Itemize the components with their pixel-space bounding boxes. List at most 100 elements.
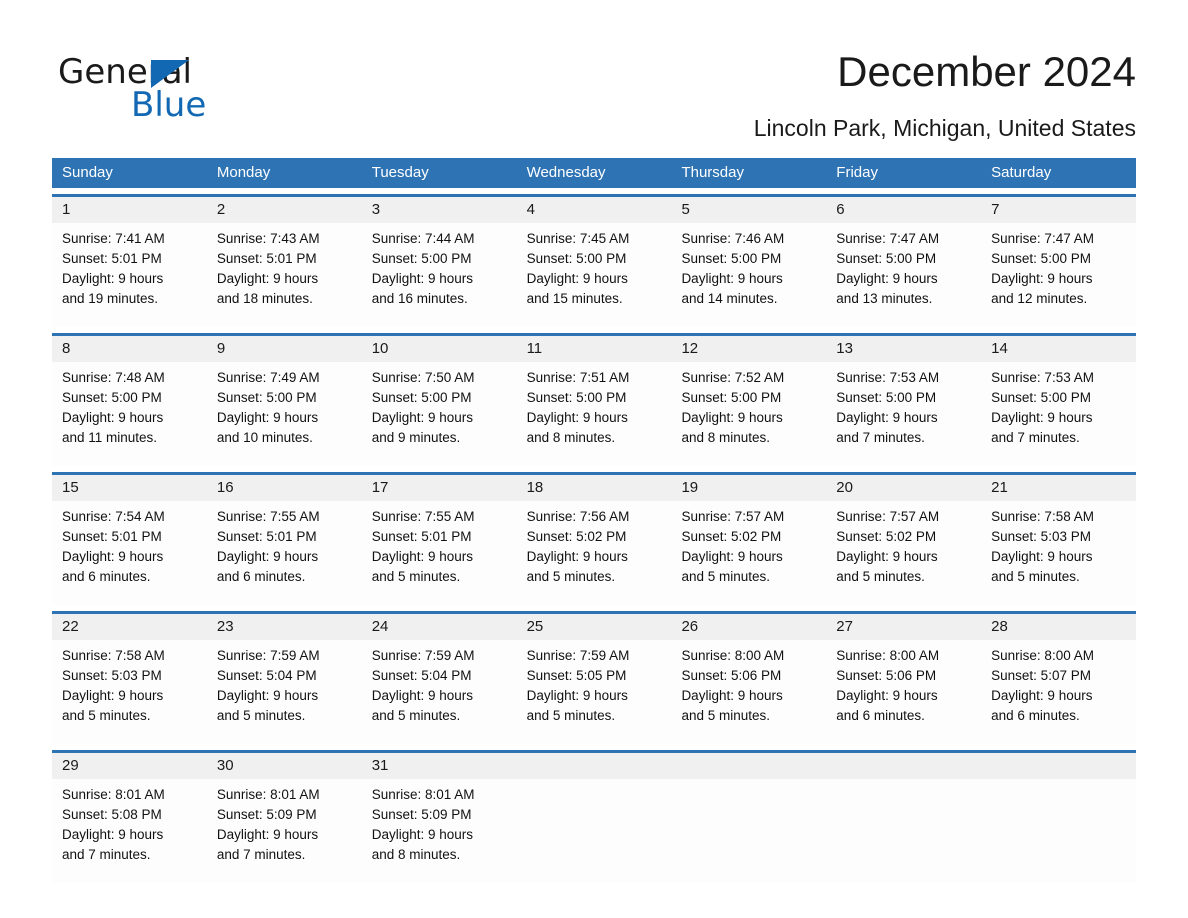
day-number[interactable]: 1 — [52, 197, 207, 223]
day-number[interactable]: 15 — [52, 475, 207, 501]
day-cell[interactable]: Sunrise: 7:48 AM Sunset: 5:00 PM Dayligh… — [52, 362, 207, 466]
day-cell[interactable]: Sunrise: 7:57 AM Sunset: 5:02 PM Dayligh… — [671, 501, 826, 605]
day-cell[interactable]: Sunrise: 7:49 AM Sunset: 5:00 PM Dayligh… — [207, 362, 362, 466]
day-number[interactable]: 12 — [671, 336, 826, 362]
sunset-text: Sunset: 5:00 PM — [526, 251, 627, 266]
day-cell[interactable]: Sunrise: 7:55 AM Sunset: 5:01 PM Dayligh… — [207, 501, 362, 605]
day-cell[interactable]: Sunrise: 8:00 AM Sunset: 5:07 PM Dayligh… — [981, 640, 1136, 744]
day-number[interactable]: 13 — [826, 336, 981, 362]
day-number[interactable]: 31 — [362, 753, 517, 779]
day-cell[interactable]: Sunrise: 7:41 AM Sunset: 5:01 PM Dayligh… — [52, 223, 207, 327]
day-cell[interactable]: Sunrise: 7:46 AM Sunset: 5:00 PM Dayligh… — [671, 223, 826, 327]
day-number[interactable]: 27 — [826, 614, 981, 640]
sunset-text: Sunset: 5:06 PM — [836, 668, 937, 683]
day-number[interactable]: 29 — [52, 753, 207, 779]
daylight-text-line2: and 10 minutes. — [216, 430, 313, 445]
daylight-text-line1: Daylight: 9 hours — [216, 271, 319, 286]
day-number[interactable]: 19 — [671, 475, 826, 501]
day-cell[interactable]: Sunrise: 7:58 AM Sunset: 5:03 PM Dayligh… — [52, 640, 207, 744]
day-number[interactable]: 18 — [517, 475, 672, 501]
day-cell[interactable]: Sunrise: 7:51 AM Sunset: 5:00 PM Dayligh… — [517, 362, 672, 466]
sunset-text: Sunset: 5:02 PM — [526, 529, 627, 544]
day-number[interactable]: 6 — [826, 197, 981, 223]
daylight-text-line2: and 15 minutes. — [526, 291, 623, 306]
day-cell[interactable]: Sunrise: 7:44 AM Sunset: 5:00 PM Dayligh… — [362, 223, 517, 327]
week-day-number-band: 22 23 24 25 26 27 28 — [52, 614, 1136, 640]
day-number[interactable]: 23 — [207, 614, 362, 640]
day-cell[interactable]: Sunrise: 7:56 AM Sunset: 5:02 PM Dayligh… — [517, 501, 672, 605]
sunset-text: Sunset: 5:00 PM — [991, 390, 1091, 405]
daylight-text-line2: and 8 minutes. — [526, 430, 616, 445]
sunrise-text: Sunrise: 7:48 AM — [62, 370, 165, 385]
day-cell[interactable]: Sunrise: 7:47 AM Sunset: 5:00 PM Dayligh… — [981, 223, 1136, 327]
sunrise-text: Sunrise: 7:49 AM — [216, 370, 320, 385]
day-cell-empty — [671, 779, 826, 883]
day-number[interactable]: 20 — [826, 475, 981, 501]
day-cell[interactable]: Sunrise: 7:43 AM Sunset: 5:01 PM Dayligh… — [207, 223, 362, 327]
day-cell-empty — [981, 779, 1136, 883]
day-cell[interactable]: Sunrise: 7:54 AM Sunset: 5:01 PM Dayligh… — [52, 501, 207, 605]
day-number[interactable]: 5 — [671, 197, 826, 223]
day-number[interactable]: 9 — [207, 336, 362, 362]
daylight-text-line2: and 5 minutes. — [681, 708, 770, 723]
day-number[interactable]: 17 — [362, 475, 517, 501]
daylight-text-line1: Daylight: 9 hours — [371, 688, 474, 703]
daylight-text-line2: and 7 minutes. — [62, 847, 151, 862]
day-number[interactable]: 22 — [52, 614, 207, 640]
day-cell[interactable]: Sunrise: 7:57 AM Sunset: 5:02 PM Dayligh… — [826, 501, 981, 605]
day-number[interactable]: 21 — [981, 475, 1136, 501]
day-number[interactable]: 26 — [671, 614, 826, 640]
day-cell[interactable]: Sunrise: 7:47 AM Sunset: 5:00 PM Dayligh… — [826, 223, 981, 327]
day-number[interactable]: 30 — [207, 753, 362, 779]
day-cell[interactable]: Sunrise: 8:00 AM Sunset: 5:06 PM Dayligh… — [671, 640, 826, 744]
sunset-text: Sunset: 5:00 PM — [526, 390, 627, 405]
sunrise-text: Sunrise: 7:56 AM — [526, 509, 630, 524]
day-cell[interactable]: Sunrise: 8:01 AM Sunset: 5:09 PM Dayligh… — [207, 779, 362, 883]
day-number[interactable]: 24 — [362, 614, 517, 640]
day-cell[interactable]: Sunrise: 8:01 AM Sunset: 5:09 PM Dayligh… — [362, 779, 517, 883]
dow-header-wednesday: Wednesday — [526, 164, 606, 181]
day-cell[interactable]: Sunrise: 7:45 AM Sunset: 5:00 PM Dayligh… — [517, 223, 672, 327]
day-number[interactable]: 16 — [207, 475, 362, 501]
daylight-text-line2: and 7 minutes. — [836, 430, 925, 445]
day-cell[interactable]: Sunrise: 7:59 AM Sunset: 5:05 PM Dayligh… — [517, 640, 672, 744]
daylight-text-line1: Daylight: 9 hours — [371, 549, 474, 564]
daylight-text-line2: and 8 minutes. — [681, 430, 770, 445]
day-cell[interactable]: Sunrise: 7:58 AM Sunset: 5:03 PM Dayligh… — [981, 501, 1136, 605]
day-cell[interactable]: Sunrise: 7:52 AM Sunset: 5:00 PM Dayligh… — [671, 362, 826, 466]
day-cell[interactable]: Sunrise: 7:50 AM Sunset: 5:00 PM Dayligh… — [362, 362, 517, 466]
sunset-text: Sunset: 5:01 PM — [62, 529, 162, 544]
day-number-empty — [981, 753, 1136, 779]
day-number[interactable]: 2 — [207, 197, 362, 223]
dow-header-saturday: Saturday — [991, 164, 1052, 181]
week-day-number-band: 15 16 17 18 19 20 21 — [52, 475, 1136, 501]
sunrise-text: Sunrise: 8:01 AM — [62, 787, 165, 802]
day-number[interactable]: 3 — [362, 197, 517, 223]
day-number[interactable]: 7 — [981, 197, 1136, 223]
day-cell[interactable]: Sunrise: 8:00 AM Sunset: 5:06 PM Dayligh… — [826, 640, 981, 744]
daylight-text-line1: Daylight: 9 hours — [62, 827, 164, 842]
calendar-week-row: 29 30 31 Sunrise: 8:01 AM Sunset: 5:08 P… — [52, 750, 1136, 883]
day-number[interactable]: 11 — [517, 336, 672, 362]
daylight-text-line1: Daylight: 9 hours — [371, 827, 474, 842]
daylight-text-line1: Daylight: 9 hours — [62, 688, 164, 703]
day-cell[interactable]: Sunrise: 7:59 AM Sunset: 5:04 PM Dayligh… — [362, 640, 517, 744]
day-cell[interactable]: Sunrise: 7:53 AM Sunset: 5:00 PM Dayligh… — [981, 362, 1136, 466]
daylight-text-line1: Daylight: 9 hours — [991, 688, 1093, 703]
day-number[interactable]: 10 — [362, 336, 517, 362]
sunrise-text: Sunrise: 7:55 AM — [216, 509, 320, 524]
day-number[interactable]: 14 — [981, 336, 1136, 362]
generalblue-logo[interactable]: General Blue — [58, 52, 318, 125]
daylight-text-line2: and 5 minutes. — [836, 569, 925, 584]
day-number[interactable]: 28 — [981, 614, 1136, 640]
day-number[interactable]: 4 — [517, 197, 672, 223]
day-number[interactable]: 25 — [517, 614, 672, 640]
day-cell[interactable]: Sunrise: 7:53 AM Sunset: 5:00 PM Dayligh… — [826, 362, 981, 466]
day-cell[interactable]: Sunrise: 8:01 AM Sunset: 5:08 PM Dayligh… — [52, 779, 207, 883]
sunrise-text: Sunrise: 7:53 AM — [991, 370, 1094, 385]
day-cell[interactable]: Sunrise: 7:55 AM Sunset: 5:01 PM Dayligh… — [362, 501, 517, 605]
daylight-text-line2: and 5 minutes. — [526, 569, 616, 584]
day-cell[interactable]: Sunrise: 7:59 AM Sunset: 5:04 PM Dayligh… — [207, 640, 362, 744]
day-number[interactable]: 8 — [52, 336, 207, 362]
daylight-text-line2: and 7 minutes. — [991, 430, 1080, 445]
